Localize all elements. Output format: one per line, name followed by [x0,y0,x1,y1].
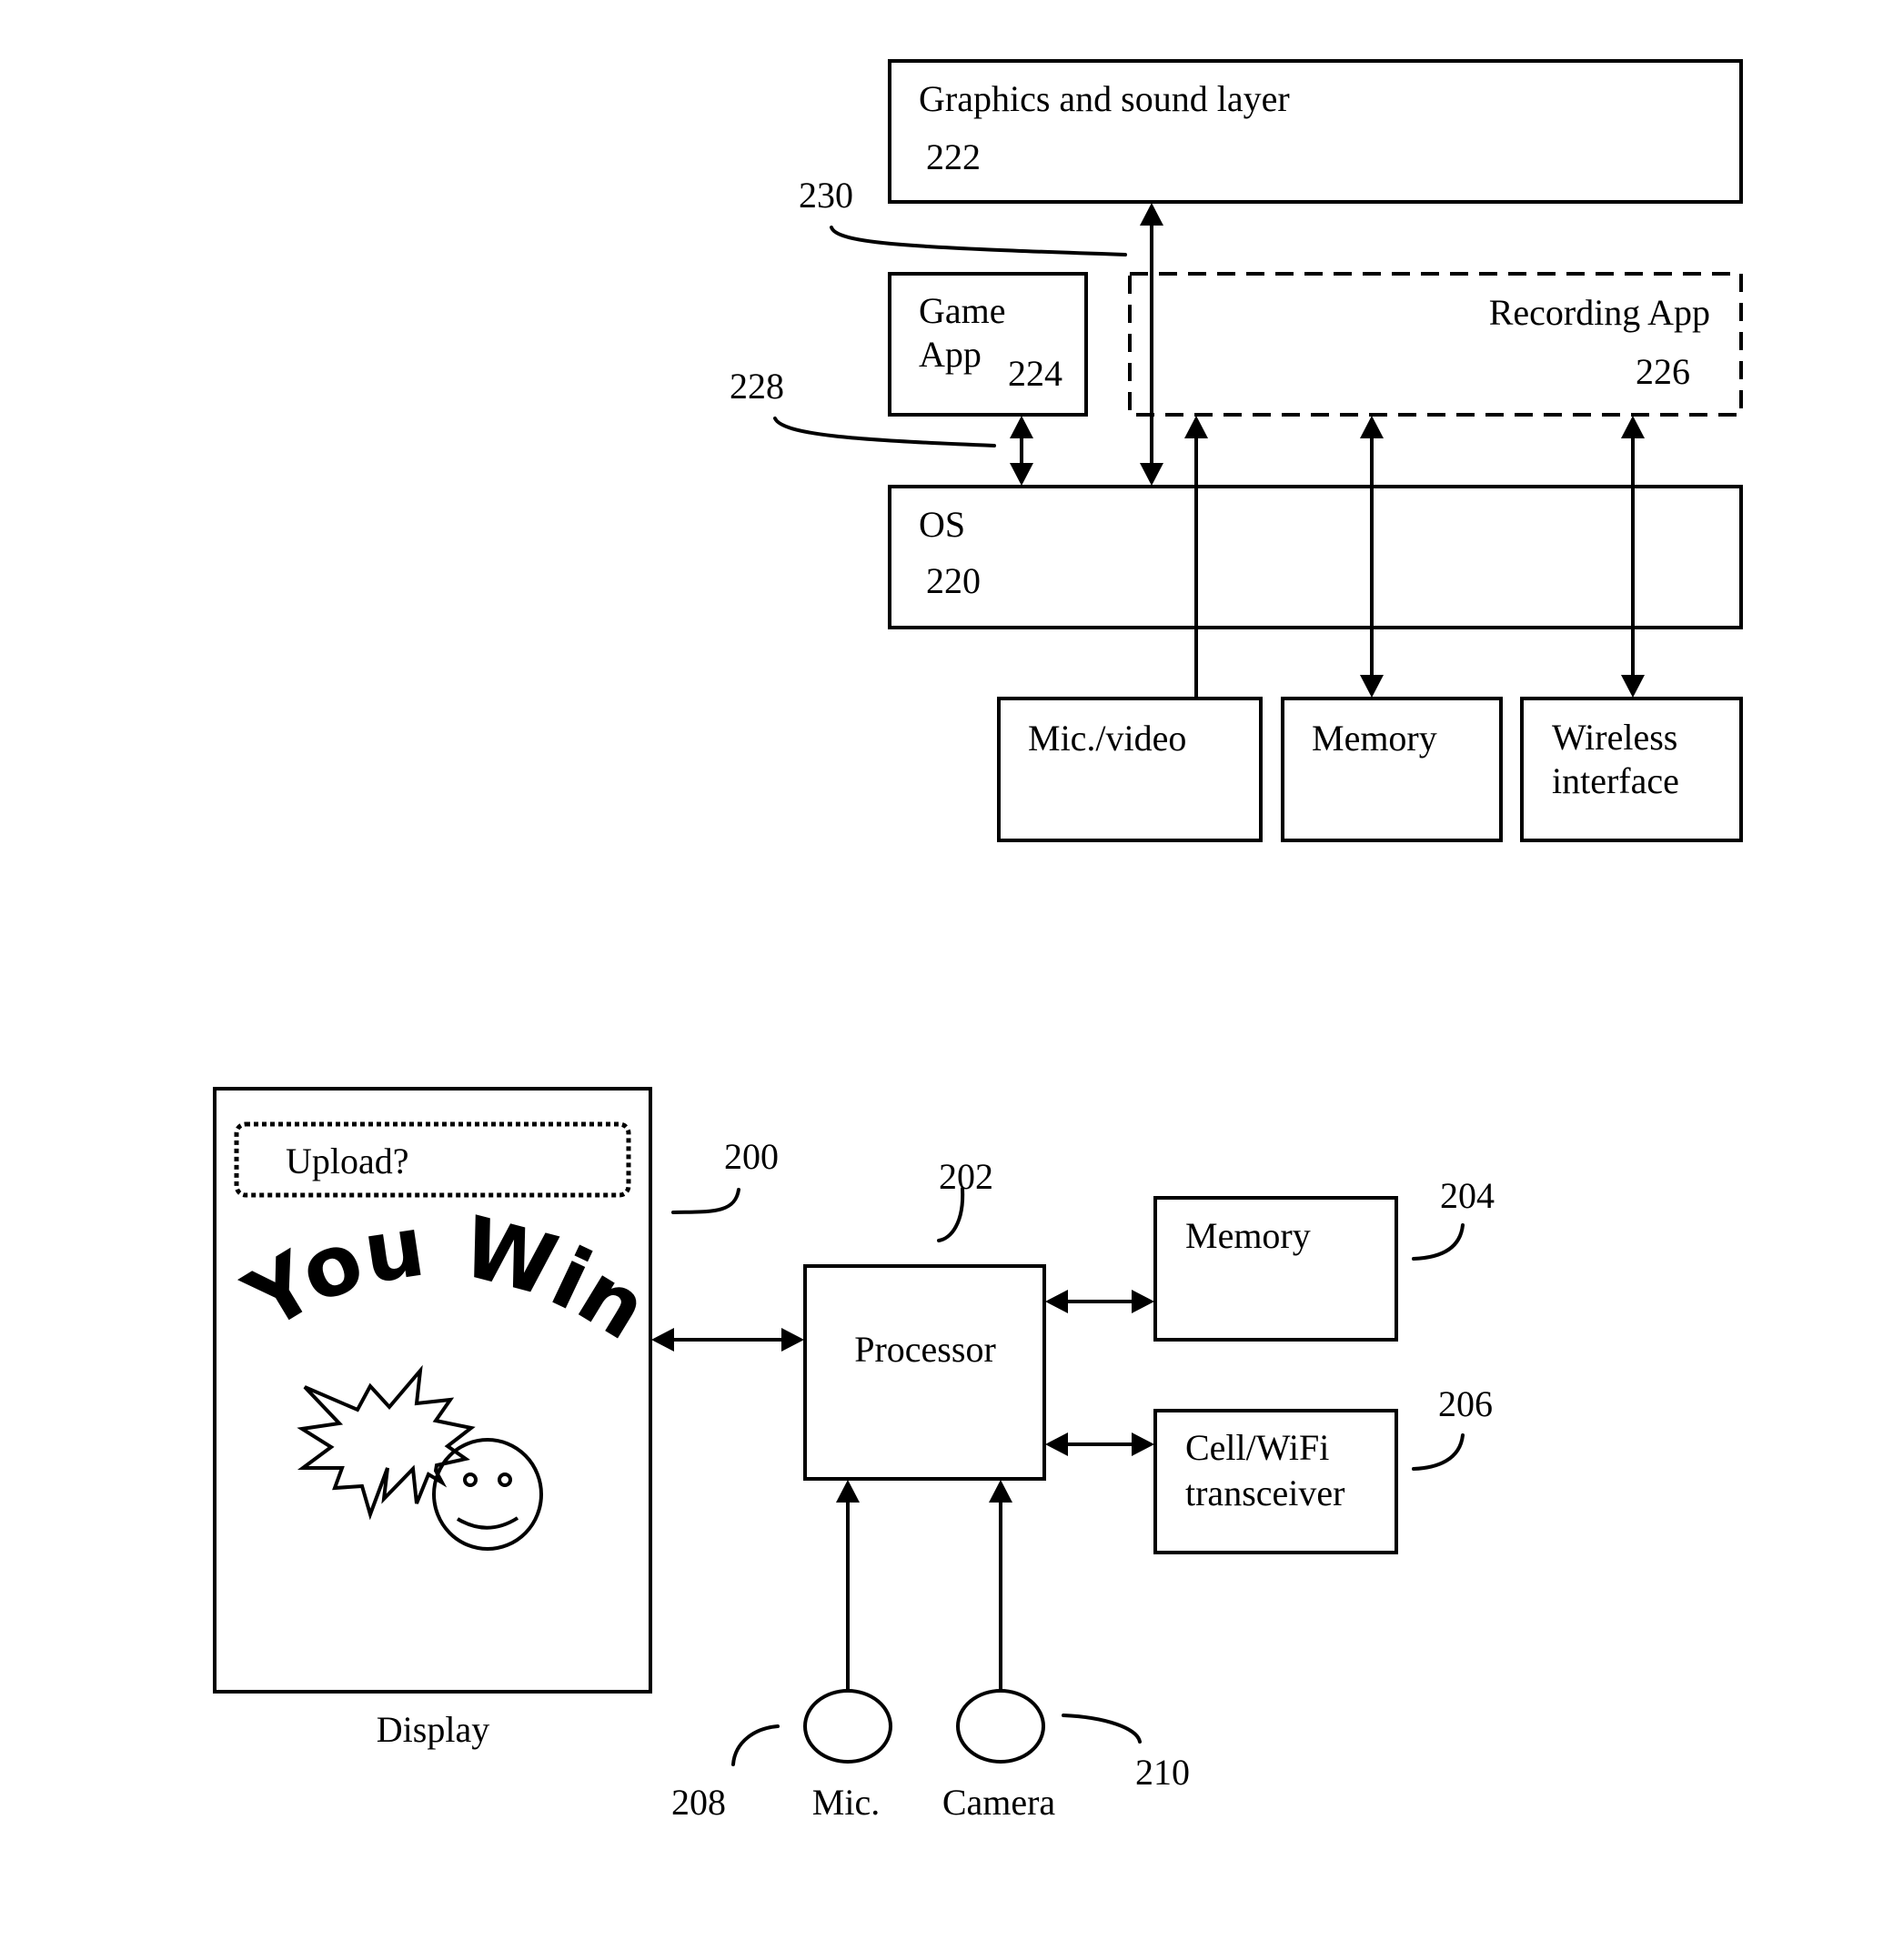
bottom-figure: Upload? You Win!! Display Processor [0,0,1495,1823]
wireless-interface-label-line2: interface [1552,760,1679,801]
callout-206: 206 [1412,1383,1493,1471]
arrowhead-right [1132,1290,1154,1313]
memory-bottom-label: Memory [1185,1215,1311,1256]
callout-208: 208 [671,1724,780,1823]
callout-200-leader [671,1188,740,1214]
memory-bottom-box: Memory [1153,1196,1398,1342]
callout-210-leader [1062,1714,1142,1744]
callout-208-leader [731,1724,780,1766]
callout-210-label: 210 [1135,1752,1190,1793]
transceiver-label-line2: transceiver [1185,1473,1344,1513]
arrowhead-up [1360,416,1384,438]
os-ref: 220 [926,560,981,601]
os-label: OS [919,504,965,545]
arrowhead-right [781,1328,804,1352]
arrowhead-up [1184,416,1208,438]
callout-206-leader [1412,1433,1465,1471]
callout-210: 210 [1062,1714,1190,1793]
callout-208-label: 208 [671,1782,726,1823]
graphics-sound-layer-box: Graphics and sound layer 222 [888,59,1743,204]
game-app-label-line2: App [919,334,982,375]
wireless-interface-box: Wireless interface [1520,697,1743,842]
connector-camera-processor [989,1480,1012,1691]
display-rect [213,1087,652,1694]
arrowhead-down [1010,463,1033,486]
mic-video-label: Mic./video [1028,718,1186,759]
callout-202-label: 202 [939,1156,993,1197]
arrowhead-up [1010,416,1033,438]
arrowhead-down [1360,675,1384,698]
arrowhead-up [1621,416,1645,438]
arrowhead-right [1132,1432,1154,1456]
connector-graphics-os [1140,203,1163,486]
graphics-sound-layer-label: Graphics and sound layer [919,78,1290,119]
connector-processor-memory [1045,1290,1154,1313]
callout-200: 200 [671,1136,779,1214]
camera-sensor: Camera [942,1689,1056,1823]
callout-200-label: 200 [724,1136,779,1177]
callout-202: 202 [937,1156,993,1242]
callout-204-label: 204 [1440,1175,1495,1216]
display-device: Upload? You Win!! Display [0,0,663,1750]
callout-204-leader [1412,1223,1465,1261]
transceiver-label-line1: Cell/WiFi [1185,1427,1329,1468]
connector-display-processor [651,1328,804,1352]
wireless-interface-label-line1: Wireless [1552,717,1677,758]
game-app-ref: 224 [1008,353,1062,394]
connector-processor-transceiver [1045,1432,1154,1456]
mic-video-box: Mic./video [997,697,1263,842]
callout-228-label: 228 [730,366,784,407]
game-app-label-line1: Game [919,290,1006,331]
mic-label: Mic. [812,1782,880,1823]
callout-230-label: 230 [799,175,853,216]
mic-circle [803,1689,892,1764]
callout-206-label: 206 [1438,1383,1493,1424]
connector-mic-processor [836,1480,860,1691]
graphics-sound-layer-ref: 222 [926,136,981,177]
transceiver-box: Cell/WiFi transceiver [1153,1409,1398,1554]
callout-204: 204 [1412,1175,1495,1261]
arrowhead-left [1045,1290,1068,1313]
display-caption: Display [377,1709,489,1750]
upload-prompt-label: Upload? [286,1141,409,1181]
arrowhead-down [1621,675,1645,698]
block-diagram: Graphics and sound layer 222 Game App 22… [0,0,1743,1823]
processor-rect [803,1264,1046,1481]
connector-gameapp-os [1010,416,1033,486]
os-rect [888,485,1743,629]
arrowhead-up [1140,203,1163,226]
camera-circle [956,1689,1045,1764]
arrowhead-down [1140,463,1163,486]
os-box: OS 220 [888,485,1743,629]
memory-top-box: Memory [1281,697,1503,842]
recording-app-box: Recording App 226 [1128,272,1743,417]
arrowhead-up [836,1480,860,1503]
arrowhead-left [1045,1432,1068,1456]
processor-label: Processor [854,1329,996,1370]
mic-sensor: Mic. [803,1689,892,1823]
recording-app-label: Recording App [1489,292,1710,333]
processor-box: Processor [803,1264,1046,1481]
camera-label: Camera [942,1782,1056,1823]
game-app-box: Game App 224 [888,272,1088,417]
arrowhead-left [651,1328,674,1352]
callout-230-leader [830,226,1127,256]
top-figure: Graphics and sound layer 222 Game App 22… [730,59,1743,842]
callout-228-leader [773,417,996,447]
recording-app-ref: 226 [1636,351,1690,392]
memory-top-label: Memory [1312,718,1437,759]
arrowhead-up [989,1480,1012,1503]
